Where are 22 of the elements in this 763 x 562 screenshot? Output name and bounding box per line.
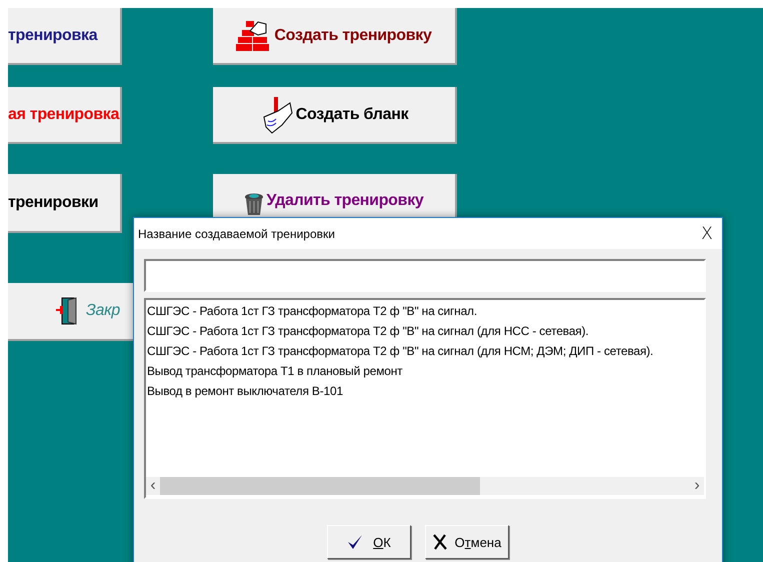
menu-button[interactable]: ая тренировка	[8, 87, 122, 144]
close-button[interactable]: X	[692, 220, 722, 248]
cancel-button[interactable]: Отмена	[425, 525, 509, 559]
scroll-left-button[interactable]: ‹	[146, 477, 160, 495]
list-item[interactable]: СШГЭС - Работа 1ст ГЗ трансформатора Т2 ф "В" на сигнал (для НСС - сетевая).	[147, 321, 703, 341]
list-item[interactable]: СШГЭС - Работа 1ст ГЗ трансформатора Т2 ф "В" на сигнал.	[147, 301, 703, 321]
menu-button[interactable]: тренировки	[8, 174, 122, 233]
list-item[interactable]: Вывод трансформатора Т1 в плановый ремонт	[147, 361, 703, 381]
door-icon	[56, 296, 78, 326]
list-item[interactable]: СШГЭС - Работа 1ст ГЗ трансформатора Т2 ф "В" на сигнал (для НСМ; ДЭМ; ДИП - сетевая).	[147, 341, 703, 361]
action-button[interactable]: Создать тренировку	[213, 8, 457, 65]
ok-button[interactable]: ОК	[327, 525, 411, 559]
scrollbar-thumb[interactable]	[160, 477, 480, 495]
name-input-field[interactable]	[144, 259, 706, 292]
action-button[interactable]: Создать бланк	[213, 87, 457, 144]
cross-icon	[432, 534, 447, 550]
trash-can-icon	[244, 192, 264, 216]
scroll-right-button[interactable]: ›	[690, 477, 704, 495]
checkmark-icon	[347, 534, 364, 550]
menu-button[interactable]: тренировка	[8, 8, 122, 65]
horizontal-scrollbar[interactable]: ‹ ›	[146, 477, 704, 495]
list-item[interactable]: Вывод в ремонт выключателя В-101	[147, 381, 703, 401]
